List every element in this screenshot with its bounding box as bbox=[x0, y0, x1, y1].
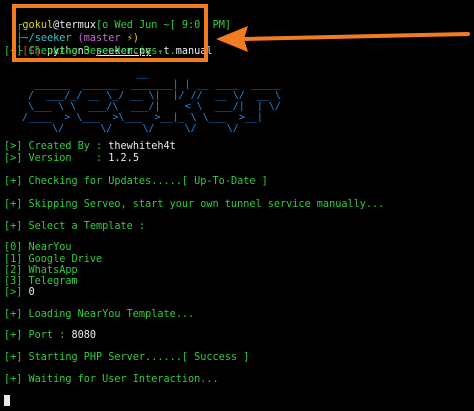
template-choice-prompt: [>] bbox=[4, 287, 29, 298]
updates-line: [+] Checking for Updates.....[ Up-To-Dat… bbox=[4, 176, 268, 188]
php-status: [ Success ] bbox=[181, 352, 250, 363]
port-label: [+] Port : bbox=[4, 330, 72, 341]
seeker-ascii-banner: __ ______ ______ _______| | __ ____ ____… bbox=[22, 68, 281, 134]
port-line: [+] Port : 8080 bbox=[4, 330, 96, 342]
template-choice-line: [>] 0 bbox=[4, 287, 35, 299]
select-template-heading: [+] Select a Template : bbox=[4, 221, 146, 232]
waiting-interaction: [+] Waiting for User Interaction... bbox=[4, 374, 219, 385]
php-server-line: [+] Starting PHP Server......[ Success ] bbox=[4, 352, 249, 364]
php-prefix: [+] Starting PHP Server...... bbox=[4, 352, 182, 363]
version-label: [>] Version : bbox=[4, 153, 109, 164]
serveo-message: [+] Skipping Serveo, start your own tunn… bbox=[4, 199, 385, 210]
updates-prefix: [+] Checking for Updates..... bbox=[4, 176, 182, 187]
pointer-arrow-icon bbox=[216, 26, 470, 52]
version-value: 1.2.5 bbox=[108, 153, 139, 164]
loading-template: [+] Loading NearYou Template... bbox=[4, 309, 195, 320]
terminal-cursor[interactable] bbox=[4, 395, 10, 406]
template-option-0: [0] NearYou bbox=[4, 242, 72, 253]
created-by-label: [>] Created By : bbox=[4, 141, 109, 152]
port-value: 8080 bbox=[71, 330, 97, 341]
created-by-value: thewhiteh4t bbox=[108, 141, 176, 152]
highlight-box bbox=[12, 4, 208, 62]
template-choice-value: 0 bbox=[28, 287, 35, 298]
created-by-line: [>] Created By : thewhiteh4t bbox=[4, 141, 176, 153]
updates-status: [ Up-To-Date ] bbox=[181, 176, 268, 187]
version-line: [>] Version : 1.2.5 bbox=[4, 153, 139, 165]
